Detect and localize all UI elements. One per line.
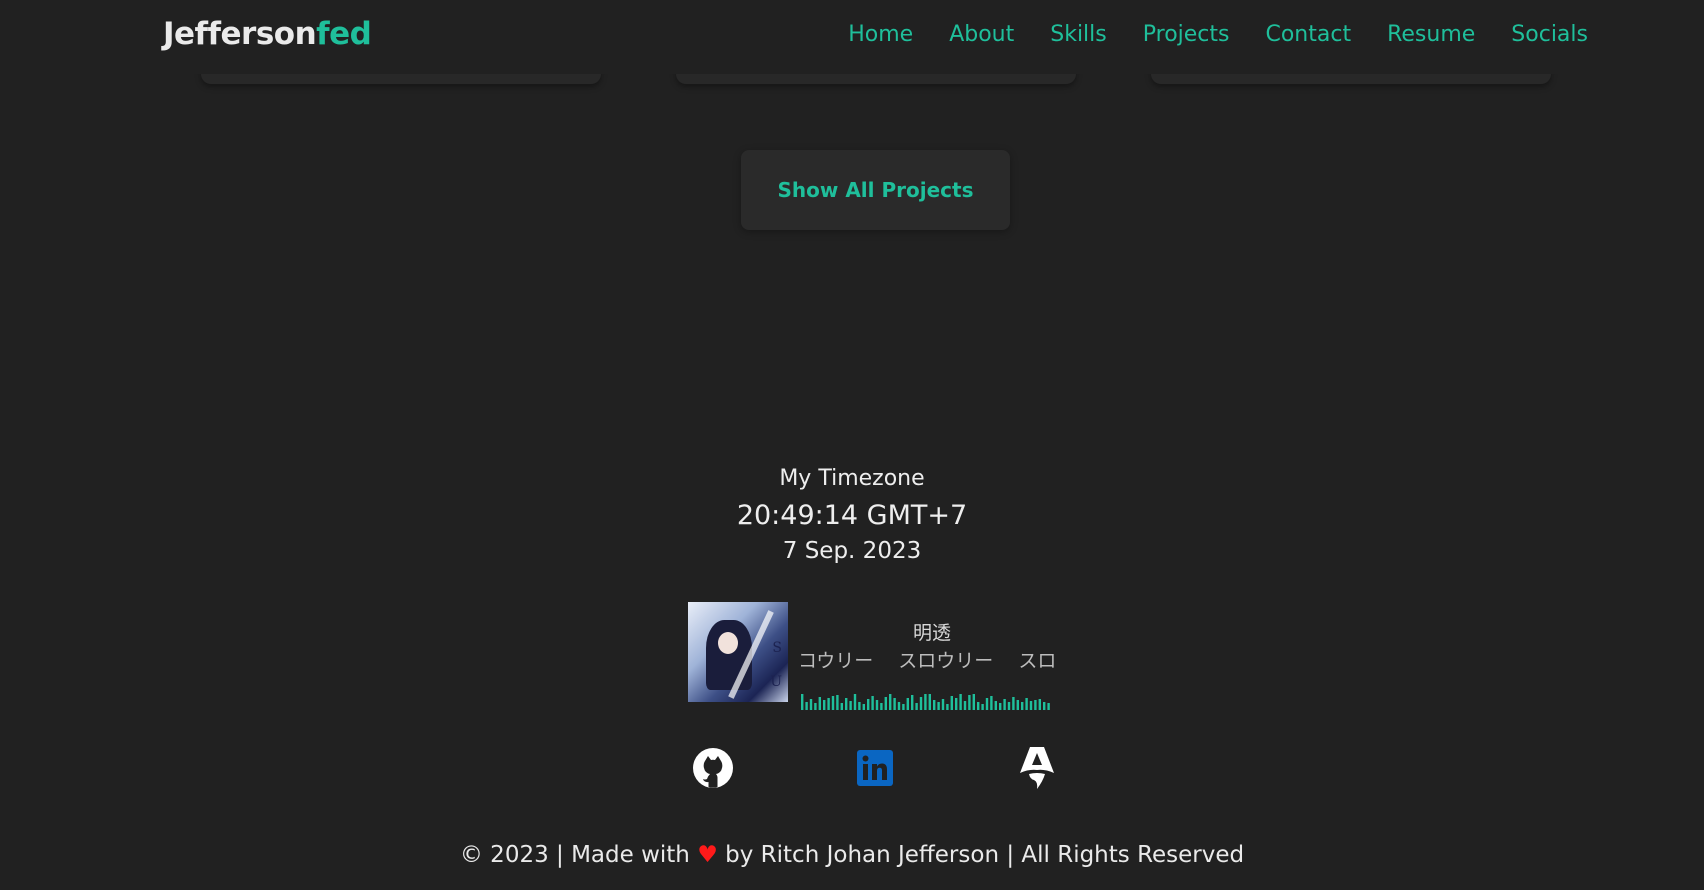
footer-copyright: © 2023 | Made with ♥ by Ritch Johan Jeff…	[0, 842, 1704, 868]
visualizer-bar	[933, 700, 936, 710]
visualizer-bar	[963, 701, 967, 710]
audio-visualizer	[801, 694, 1050, 710]
visualizer-bar	[1043, 702, 1046, 710]
visualizer-bar	[805, 702, 808, 710]
visualizer-bar	[1029, 701, 1033, 710]
visualizer-bar	[1012, 697, 1015, 710]
visualizer-bar	[858, 702, 861, 710]
visualizer-bar	[928, 694, 931, 710]
visualizer-bar	[814, 703, 817, 710]
brand-logo[interactable]: Jeffersonfed	[163, 16, 372, 52]
visualizer-bar	[985, 698, 989, 710]
visualizer-bar	[831, 696, 835, 710]
nav-links: Home About Skills Projects Contact Resum…	[848, 22, 1588, 47]
nav-link-contact[interactable]: Contact	[1265, 22, 1351, 47]
now-playing-widget[interactable]: S U 明透 コウリー スロウリー スロ	[688, 602, 1068, 712]
visualizer-bar	[889, 694, 892, 710]
song-artist-marquee: コウリー スロウリー スロ	[798, 650, 1057, 672]
astro-icon	[1020, 747, 1054, 789]
visualizer-bar	[880, 703, 883, 710]
visualizer-bar	[875, 700, 879, 710]
visualizer-bar	[937, 702, 940, 710]
brand-main: Jefferson	[163, 16, 317, 52]
visualizer-bar	[1016, 700, 1019, 710]
timezone-time: 20:49:14 GMT+7	[736, 500, 968, 531]
song-title: 明透	[913, 622, 952, 644]
nav-link-socials[interactable]: Socials	[1511, 22, 1588, 47]
timezone-title: My Timezone	[779, 466, 925, 491]
nav-link-skills[interactable]: Skills	[1050, 22, 1107, 47]
album-art-face	[718, 632, 738, 654]
visualizer-bar	[1025, 698, 1028, 710]
visualizer-bar	[977, 702, 980, 710]
visualizer-bar	[809, 699, 813, 710]
visualizer-bar	[827, 698, 830, 710]
visualizer-bar	[990, 696, 993, 710]
visualizer-bar	[823, 700, 826, 710]
visualizer-bar	[897, 702, 901, 710]
footer-text-before: © 2023 | Made with	[459, 842, 698, 868]
visualizer-bar	[893, 698, 896, 710]
visualizer-bar	[1021, 702, 1024, 710]
visualizer-bar	[849, 701, 852, 710]
brand-accent: fed	[316, 16, 372, 52]
nav-link-projects[interactable]: Projects	[1143, 22, 1230, 47]
timezone-date: 7 Sep. 2023	[782, 538, 922, 564]
footer-text-after: by Ritch Johan Jefferson | All Rights Re…	[717, 842, 1245, 868]
nav-link-resume[interactable]: Resume	[1387, 22, 1475, 47]
visualizer-bar	[867, 699, 870, 710]
visualizer-bar	[946, 704, 949, 710]
linkedin-icon	[857, 750, 893, 786]
nav-link-about[interactable]: About	[949, 22, 1014, 47]
heart-icon: ♥	[697, 842, 718, 868]
visualizer-bar	[959, 694, 962, 710]
visualizer-bar	[845, 698, 848, 710]
visualizer-bar	[941, 699, 945, 710]
show-all-projects-button[interactable]: Show All Projects	[741, 150, 1010, 230]
visualizer-bar	[884, 697, 887, 710]
visualizer-bar	[950, 696, 953, 710]
github-icon	[693, 748, 733, 788]
visualizer-bar	[818, 697, 821, 710]
visualizer-bar	[853, 694, 857, 710]
visualizer-bar	[924, 694, 927, 710]
visualizer-bar	[1047, 703, 1050, 710]
social-links	[0, 745, 1704, 795]
visualizer-bar	[911, 695, 914, 710]
github-link[interactable]	[690, 745, 736, 791]
visualizer-bar	[972, 694, 975, 710]
visualizer-bar	[840, 703, 843, 710]
visualizer-bar	[955, 698, 958, 710]
nav-link-home[interactable]: Home	[848, 22, 913, 47]
visualizer-bar	[1003, 699, 1006, 710]
visualizer-bar	[801, 694, 804, 710]
linkedin-link[interactable]	[852, 745, 898, 791]
astro-link[interactable]	[1014, 745, 1060, 791]
visualizer-bar	[999, 703, 1002, 710]
visualizer-bar	[1038, 699, 1041, 710]
visualizer-bar	[968, 695, 971, 710]
album-art: S U	[688, 602, 788, 702]
visualizer-bar	[902, 704, 905, 710]
visualizer-bar	[981, 704, 984, 710]
navbar: Jeffersonfed Home About Skills Projects …	[0, 0, 1704, 74]
visualizer-bar	[994, 701, 997, 710]
visualizer-bar	[906, 698, 909, 710]
visualizer-bar	[836, 695, 839, 710]
visualizer-bar	[862, 704, 865, 710]
visualizer-bar	[915, 703, 918, 710]
album-art-figure	[706, 620, 752, 690]
visualizer-bar	[919, 697, 923, 710]
visualizer-bar	[1034, 700, 1037, 710]
visualizer-bar	[871, 696, 874, 710]
album-art-letter: S	[772, 640, 782, 656]
album-art-letter: U	[770, 674, 782, 690]
visualizer-bar	[1007, 702, 1011, 710]
